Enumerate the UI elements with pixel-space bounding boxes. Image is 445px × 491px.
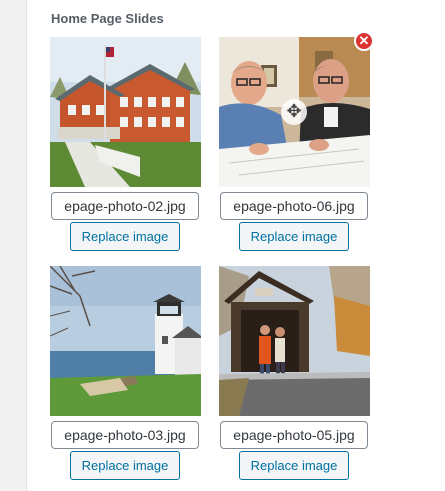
replace-image-button[interactable]: Replace image — [239, 222, 349, 251]
admin-sidebar-edge — [0, 0, 27, 491]
close-icon[interactable]: ✕ — [354, 31, 374, 51]
section-title: Home Page Slides — [51, 11, 164, 26]
replace-image-button[interactable]: Replace image — [239, 451, 349, 480]
slide-image[interactable]: ✥ — [219, 37, 370, 187]
slides-panel: Home Page Slides epage-photo-02.jpg Repl… — [27, 0, 445, 491]
filename-field[interactable] — [51, 421, 199, 449]
replace-image-button[interactable]: Replace image — [70, 222, 180, 251]
filename-field[interactable] — [51, 192, 199, 220]
replace-image-button[interactable]: Replace image — [70, 451, 180, 480]
move-icon[interactable]: ✥ — [281, 99, 307, 125]
filename-field[interactable] — [220, 192, 368, 220]
slide-image[interactable] — [219, 266, 370, 416]
slide-image[interactable] — [50, 37, 201, 187]
slide-image[interactable] — [50, 266, 201, 416]
filename-field[interactable] — [220, 421, 368, 449]
